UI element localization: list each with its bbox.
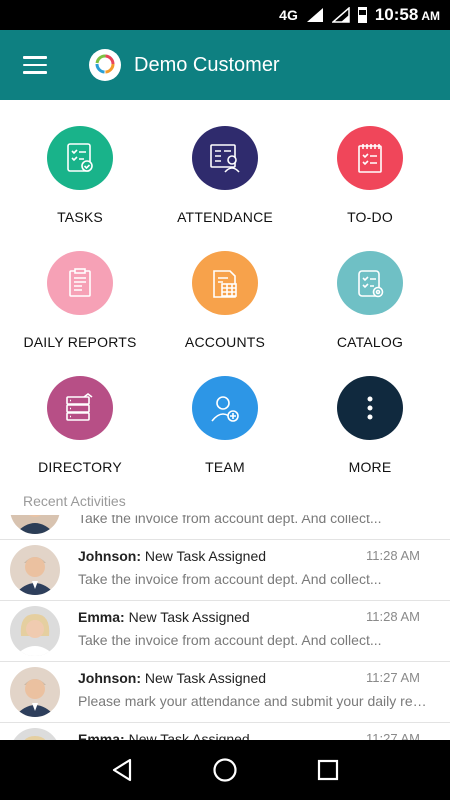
accounts-icon xyxy=(192,251,258,315)
page-title: Demo Customer xyxy=(134,53,280,76)
activity-title: Johnson: New Task Assigned xyxy=(78,670,267,686)
avatar xyxy=(10,667,60,717)
list-item[interactable]: Emma: New Task Assigned 11:27 AM xyxy=(0,723,450,740)
todo-icon xyxy=(337,126,403,190)
tile-tasks[interactable]: TASKS xyxy=(5,100,155,225)
hamburger-icon xyxy=(23,54,47,77)
activity-message: Take the invoice from account dept. And … xyxy=(78,632,382,648)
system-nav-bar xyxy=(0,740,450,800)
activity-title: Emma: New Task Assigned xyxy=(78,731,250,740)
recent-activities-heading: Recent Activities xyxy=(23,493,126,509)
activity-title: Emma: New Task Assigned xyxy=(78,609,250,625)
tile-label: MORE xyxy=(348,459,392,475)
tile-label: TEAM xyxy=(205,459,245,475)
list-item[interactable]: Emma: New Task Assigned 11:28 AM Take th… xyxy=(0,601,450,662)
activity-title: Johnson: New Task Assigned xyxy=(78,548,267,564)
daily-reports-icon xyxy=(47,251,113,315)
activity-message: Please mark your attendance and submit y… xyxy=(78,693,428,709)
status-bar: 4G 10:58 AM xyxy=(0,0,450,30)
back-button[interactable] xyxy=(102,750,142,790)
recent-activities-list[interactable]: Take the invoice from account dept. And … xyxy=(0,515,450,740)
clock: 10:58 AM xyxy=(374,5,440,24)
directory-icon xyxy=(47,376,113,440)
tile-more[interactable]: MORE xyxy=(295,350,445,475)
tile-todo[interactable]: TO-DO xyxy=(295,100,445,225)
avatar xyxy=(10,606,60,656)
activity-time: 11:28 AM xyxy=(366,548,420,563)
list-item[interactable]: Johnson: New Task Assigned 11:27 AM Plea… xyxy=(0,662,450,723)
network-type: 4G xyxy=(279,7,298,23)
recents-button[interactable] xyxy=(308,750,348,790)
activity-message: Take the invoice from account dept. And … xyxy=(78,515,382,526)
tile-label: TASKS xyxy=(57,209,103,225)
avatar xyxy=(10,515,60,534)
module-grid: TASKS ATTENDANCE TO-DO DAILY REPORTS ACC… xyxy=(0,100,450,490)
list-item[interactable]: Take the invoice from account dept. And … xyxy=(0,515,450,540)
tile-directory[interactable]: DIRECTORY xyxy=(5,350,155,475)
attendance-icon xyxy=(192,126,258,190)
company-logo xyxy=(89,49,121,81)
home-button[interactable] xyxy=(205,750,245,790)
team-icon xyxy=(192,376,258,440)
tile-label: CATALOG xyxy=(336,334,404,350)
avatar xyxy=(10,545,60,595)
tile-accounts[interactable]: ACCOUNTS xyxy=(150,225,300,350)
activity-time: 11:27 AM xyxy=(366,731,420,740)
app-bar: Demo Customer xyxy=(0,30,450,100)
tile-label: DAILY REPORTS xyxy=(23,334,137,350)
signal-icon xyxy=(306,7,324,23)
battery-icon xyxy=(357,7,367,23)
signal-icon-2 xyxy=(331,7,350,23)
tile-label: ATTENDANCE xyxy=(177,209,273,225)
back-icon xyxy=(112,758,131,782)
recents-icon xyxy=(318,759,339,781)
tile-attendance[interactable]: ATTENDANCE xyxy=(150,100,300,225)
avatar xyxy=(10,728,60,740)
menu-button[interactable] xyxy=(0,30,70,100)
activity-time: 11:28 AM xyxy=(366,609,420,624)
tasks-icon xyxy=(47,126,113,190)
home-icon xyxy=(213,758,237,782)
tile-label: TO-DO xyxy=(347,209,393,225)
tile-label: DIRECTORY xyxy=(38,459,122,475)
list-item[interactable]: Johnson: New Task Assigned 11:28 AM Take… xyxy=(0,540,450,601)
activity-time: 11:27 AM xyxy=(366,670,420,685)
tile-catalog[interactable]: CATALOG xyxy=(295,225,445,350)
tile-team[interactable]: TEAM xyxy=(150,350,300,475)
tile-label: ACCOUNTS xyxy=(184,334,266,350)
catalog-icon xyxy=(337,251,403,315)
more-icon xyxy=(337,376,403,440)
tile-daily-reports[interactable]: DAILY REPORTS xyxy=(5,225,155,350)
activity-message: Take the invoice from account dept. And … xyxy=(78,571,382,587)
